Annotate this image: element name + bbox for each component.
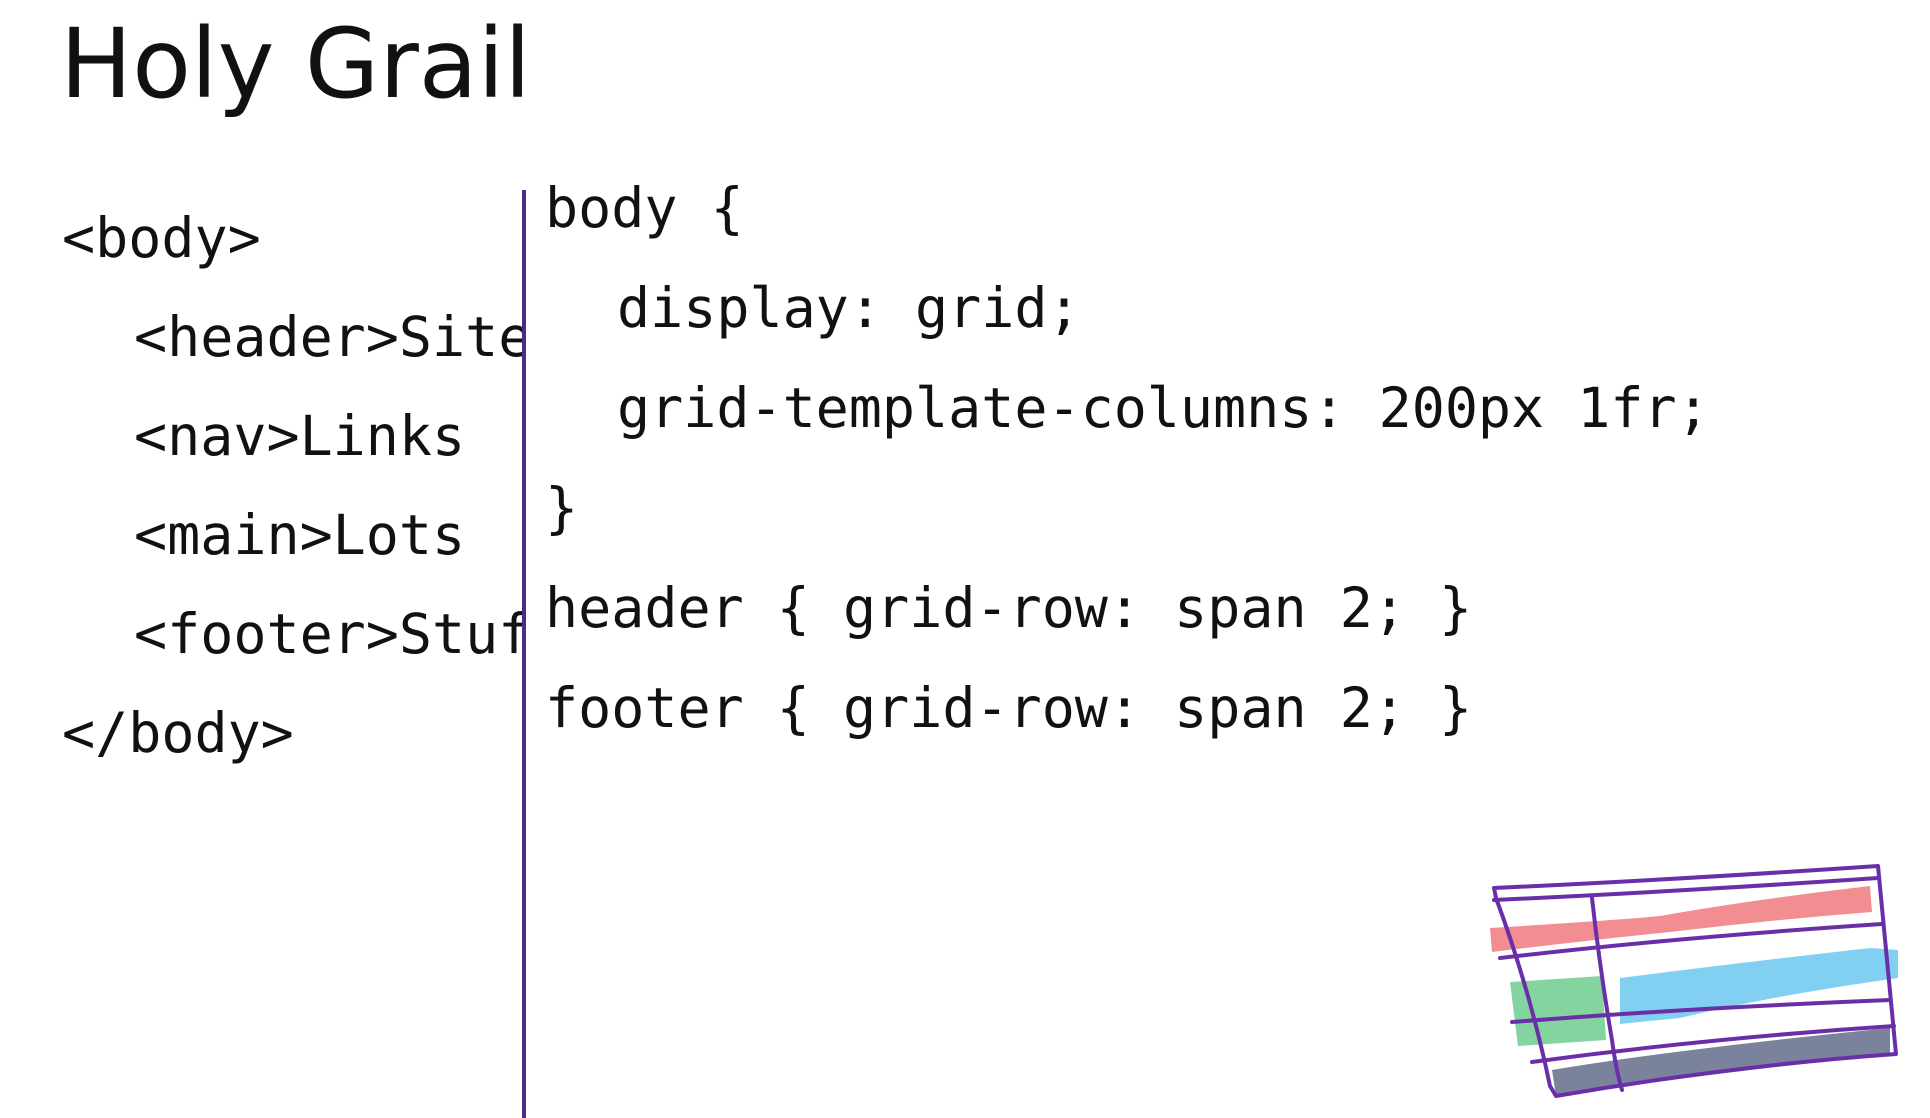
html-code-line: <footer>Stuff — [134, 602, 522, 666]
html-code-line: <header>Site — [134, 305, 522, 369]
column-divider — [522, 190, 526, 1118]
html-code-line: </body> — [62, 701, 294, 765]
html-code-line: <nav>Links — [134, 404, 466, 468]
html-code-line: <body> — [62, 206, 261, 270]
layout-sketch — [1490, 864, 1898, 1098]
css-code-line: header { grid-row: span 2; } — [545, 576, 1473, 640]
html-code-block: <body> <header>Site <nav>Links <main>Lot… — [62, 205, 522, 805]
css-code-line: body { — [545, 176, 744, 240]
css-code-line: } — [545, 476, 579, 540]
css-code-line: footer { grid-row: span 2; } — [545, 676, 1473, 740]
css-code-line: display: grid; — [617, 276, 1081, 340]
slide-title: Holy Grail — [60, 8, 531, 120]
css-code-block: body { display: grid; grid-template-colu… — [545, 175, 1710, 775]
css-code-line: grid-template-columns: 200px 1fr; — [617, 376, 1710, 440]
slide: Holy Grail <body> <header>Site <nav>Link… — [0, 0, 1930, 1118]
html-code-line: <main>Lots — [134, 503, 466, 567]
